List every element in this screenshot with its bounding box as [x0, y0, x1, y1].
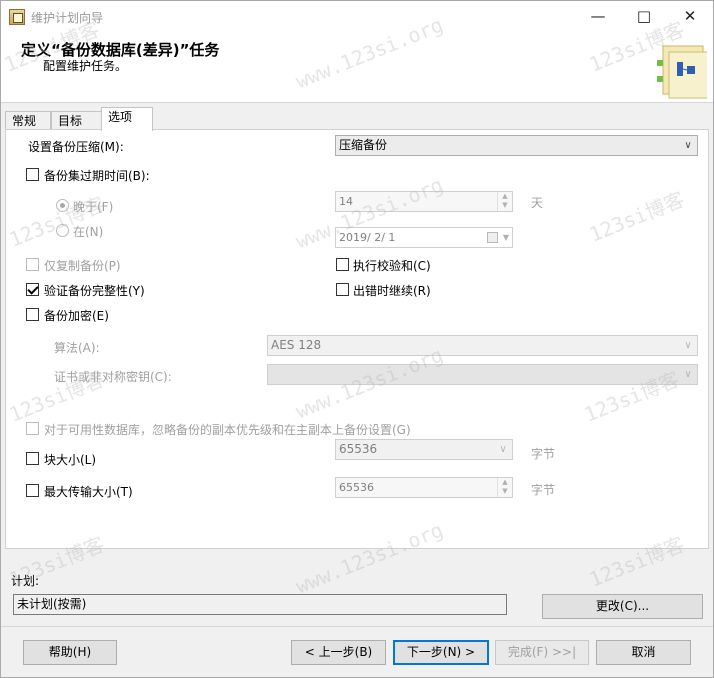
max-transfer-checkbox[interactable] — [26, 484, 39, 497]
cert-label: 证书或非对称密钥(C): — [54, 370, 172, 384]
schedule-value: 未计划(按需) — [17, 597, 87, 611]
max-transfer-unit: 字节 — [531, 483, 556, 497]
ag-label: 对于可用性数据库，忽略备份的副本优先级和在主副本上备份设置(G) — [44, 423, 411, 437]
title-bar: 维护计划向导 — □ ✕ — [1, 1, 713, 32]
wizard-icon — [657, 45, 707, 99]
change-schedule-button[interactable]: 更改(C)... — [542, 594, 703, 619]
checksum-checkbox[interactable] — [336, 258, 349, 271]
block-size-label: 块大小(L) — [44, 453, 97, 467]
app-icon — [9, 9, 25, 25]
continue-checkbox[interactable] — [336, 283, 349, 296]
wizard-window: 维护计划向导 — □ ✕ 定义“备份数据库(差异)”任务 配置维护任务。 常规 … — [0, 0, 714, 678]
window-title: 维护计划向导 — [31, 11, 104, 25]
encrypt-checkbox[interactable] — [26, 308, 39, 321]
cancel-button[interactable]: 取消 — [596, 640, 691, 665]
chevron-down-icon: ∨ — [684, 369, 692, 380]
page-subtitle: 配置维护任务。 — [43, 59, 128, 73]
copy-only-checkbox[interactable] — [26, 258, 39, 271]
after-label: 晚于(F) — [73, 200, 114, 214]
block-size-select[interactable]: 65536 ∨ — [335, 439, 513, 460]
schedule-field: 未计划(按需) — [13, 594, 507, 615]
schedule-label: 计划: — [11, 574, 40, 588]
tab-destination[interactable]: 目标 — [51, 111, 103, 131]
checksum-label: 执行校验和(C) — [353, 259, 431, 273]
ag-checkbox[interactable] — [26, 422, 39, 435]
copy-only-label: 仅复制备份(P) — [44, 259, 121, 273]
on-radio[interactable] — [56, 224, 69, 237]
max-transfer-label: 最大传输大小(T) — [44, 485, 133, 499]
max-transfer-value: 65536 — [339, 481, 374, 494]
next-button[interactable]: 下一步(N) > — [393, 640, 489, 665]
finish-button[interactable]: 完成(F) >>| — [495, 640, 589, 665]
algorithm-select[interactable]: AES 128 ∨ — [267, 335, 698, 356]
close-icon[interactable]: ✕ — [667, 1, 713, 32]
encrypt-label: 备份加密(E) — [44, 309, 109, 323]
compression-label: 设置备份压缩(M): — [28, 140, 124, 154]
block-size-checkbox[interactable] — [26, 452, 39, 465]
compression-value: 压缩备份 — [339, 138, 388, 152]
max-transfer-input[interactable]: 65536 ▲ ▼ — [335, 477, 513, 498]
chevron-down-icon: ∨ — [499, 444, 507, 455]
chevron-down-icon: ∨ — [684, 140, 692, 151]
chevron-down-icon: ∨ — [684, 340, 692, 351]
on-date-picker[interactable]: 2019/ 2/ 1 ▼ — [335, 227, 513, 248]
algorithm-label: 算法(A): — [54, 341, 100, 355]
expire-checkbox[interactable] — [26, 168, 39, 181]
spinner-icon[interactable]: ▲ ▼ — [497, 192, 512, 211]
algorithm-value: AES 128 — [271, 338, 322, 352]
after-days-value: 14 — [339, 195, 353, 208]
spinner-icon[interactable]: ▲ ▼ — [497, 478, 512, 497]
footer-divider — [1, 626, 713, 627]
wizard-header: 定义“备份数据库(差异)”任务 配置维护任务。 — [1, 32, 713, 103]
tab-general[interactable]: 常规 — [5, 111, 51, 131]
maximize-icon[interactable]: □ — [621, 1, 667, 32]
calendar-icon — [487, 232, 498, 243]
cert-select[interactable]: ∨ — [267, 364, 698, 385]
on-label: 在(N) — [73, 225, 104, 239]
after-radio[interactable] — [56, 199, 69, 212]
after-unit: 天 — [531, 196, 544, 210]
after-days-input[interactable]: 14 ▲ ▼ — [335, 191, 513, 212]
chevron-down-icon: ▼ — [502, 233, 509, 242]
verify-checkbox[interactable] — [26, 283, 39, 296]
block-size-value: 65536 — [339, 442, 378, 456]
back-button[interactable]: < 上一步(B) — [291, 640, 386, 665]
block-size-unit: 字节 — [531, 447, 556, 461]
verify-label: 验证备份完整性(Y) — [44, 284, 145, 298]
continue-label: 出错时继续(R) — [353, 284, 431, 298]
compression-select[interactable]: 压缩备份 ∨ — [335, 135, 698, 156]
on-date-value: 2019/ 2/ 1 — [339, 231, 396, 244]
tab-options[interactable]: 选项 — [101, 107, 153, 131]
help-button[interactable]: 帮助(H) — [23, 640, 117, 665]
minimize-icon[interactable]: — — [575, 1, 621, 32]
expire-label: 备份集过期时间(B): — [44, 169, 150, 183]
